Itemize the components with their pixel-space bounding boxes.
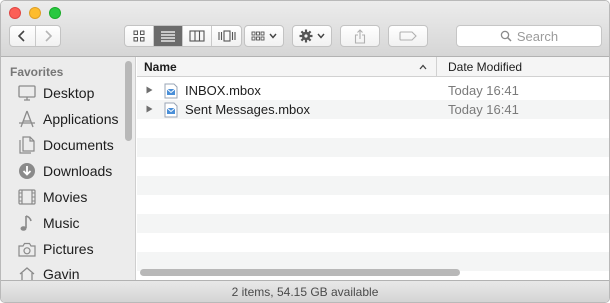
share-icon bbox=[354, 28, 366, 44]
sidebar-item-downloads[interactable]: Downloads bbox=[17, 160, 112, 182]
movies-icon bbox=[17, 187, 37, 207]
horizontal-scrollbar[interactable] bbox=[140, 269, 460, 276]
sidebar-section-favorites: Favorites bbox=[10, 65, 64, 79]
chevron-left-icon bbox=[18, 30, 25, 42]
list-view-icon bbox=[161, 31, 175, 42]
table-row[interactable]: Sent Messages.mbox Today 16:41 bbox=[137, 100, 609, 119]
music-icon bbox=[17, 213, 37, 233]
sidebar-item-desktop[interactable]: Desktop bbox=[17, 82, 94, 104]
empty-row bbox=[137, 233, 609, 252]
sidebar-item-music[interactable]: Music bbox=[17, 212, 80, 234]
back-button[interactable] bbox=[10, 26, 36, 46]
mbox-file-icon bbox=[164, 83, 178, 99]
applications-icon bbox=[17, 109, 37, 129]
search-icon bbox=[500, 30, 512, 42]
empty-row bbox=[137, 176, 609, 195]
camera-icon bbox=[17, 239, 37, 259]
minimize-window-button[interactable] bbox=[29, 7, 41, 19]
file-name: INBOX.mbox bbox=[185, 83, 261, 98]
sidebar-item-gavin[interactable]: Gavin bbox=[17, 263, 80, 280]
icon-view-icon bbox=[133, 30, 145, 42]
desktop-icon bbox=[17, 83, 37, 103]
toolbar: Search bbox=[1, 1, 609, 57]
forward-button[interactable] bbox=[36, 26, 61, 46]
sidebar-item-label: Music bbox=[43, 215, 80, 231]
column-date-header[interactable]: Date Modified bbox=[448, 60, 522, 74]
sidebar-item-label: Documents bbox=[43, 137, 114, 153]
sidebar-item-pictures[interactable]: Pictures bbox=[17, 238, 94, 260]
status-text: 2 items, 54.15 GB available bbox=[231, 285, 379, 299]
chevron-right-icon bbox=[45, 30, 52, 42]
sidebar-item-documents[interactable]: Documents bbox=[17, 134, 114, 156]
icon-view-button[interactable] bbox=[125, 26, 154, 46]
file-date: Today 16:41 bbox=[448, 83, 519, 98]
column-divider bbox=[436, 57, 437, 77]
empty-row bbox=[137, 195, 609, 214]
list-view-button[interactable] bbox=[154, 26, 183, 46]
status-bar: 2 items, 54.15 GB available bbox=[1, 280, 609, 302]
sidebar-item-label: Desktop bbox=[43, 85, 95, 101]
sidebar-item-label: Gavin bbox=[43, 266, 80, 280]
file-date: Today 16:41 bbox=[448, 102, 519, 117]
navigation-buttons bbox=[9, 25, 61, 47]
close-window-button[interactable] bbox=[9, 7, 21, 19]
action-button[interactable] bbox=[292, 25, 332, 47]
home-icon bbox=[17, 264, 37, 280]
file-name: Sent Messages.mbox bbox=[185, 102, 311, 117]
cover-flow-icon bbox=[217, 30, 236, 42]
chevron-down-icon bbox=[269, 33, 277, 39]
sidebar: Favorites Desktop Applications Documents… bbox=[1, 57, 136, 280]
arrange-button[interactable] bbox=[244, 25, 284, 47]
mbox-file-icon bbox=[164, 102, 178, 118]
cover-flow-button[interactable] bbox=[212, 26, 241, 46]
disclosure-triangle-icon[interactable] bbox=[146, 86, 153, 94]
sidebar-item-label: Applications bbox=[43, 111, 119, 127]
file-list: Name Date Modified INBOX.mbox Today 16:4… bbox=[137, 57, 609, 280]
sort-ascending-icon bbox=[419, 64, 427, 70]
downloads-icon bbox=[17, 161, 37, 181]
table-row[interactable]: INBOX.mbox Today 16:41 bbox=[137, 81, 609, 100]
empty-row bbox=[137, 157, 609, 176]
column-header: Name Date Modified bbox=[137, 57, 609, 77]
search-field[interactable]: Search bbox=[456, 25, 602, 47]
sidebar-item-movies[interactable]: Movies bbox=[17, 186, 87, 208]
search-placeholder: Search bbox=[516, 28, 559, 44]
tag-icon bbox=[399, 31, 417, 41]
column-view-icon bbox=[189, 30, 205, 42]
sidebar-scrollbar[interactable] bbox=[125, 61, 132, 141]
sidebar-item-label: Pictures bbox=[43, 241, 94, 257]
empty-row bbox=[137, 138, 609, 157]
disclosure-triangle-icon[interactable] bbox=[146, 105, 153, 113]
column-view-button[interactable] bbox=[183, 26, 212, 46]
empty-row bbox=[137, 119, 609, 138]
empty-row bbox=[137, 214, 609, 233]
share-button[interactable] bbox=[340, 25, 380, 47]
sidebar-item-label: Downloads bbox=[43, 163, 113, 179]
zoom-window-button[interactable] bbox=[49, 7, 61, 19]
documents-icon bbox=[17, 135, 37, 155]
view-mode-control bbox=[124, 25, 242, 47]
arrange-grid-icon bbox=[251, 31, 265, 41]
chevron-down-icon bbox=[317, 33, 325, 39]
sidebar-item-applications[interactable]: Applications bbox=[17, 108, 119, 130]
finder-window: Search Favorites Desktop Applications Do… bbox=[0, 0, 610, 303]
gear-icon bbox=[299, 29, 313, 43]
tags-button[interactable] bbox=[388, 25, 428, 47]
sidebar-item-label: Movies bbox=[43, 189, 88, 205]
column-name-header[interactable]: Name bbox=[144, 60, 177, 74]
